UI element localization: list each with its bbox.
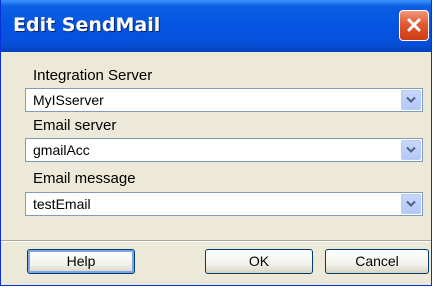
close-button[interactable]: [399, 10, 429, 41]
window-title: Edit SendMail: [13, 14, 161, 36]
email-message-select[interactable]: testEmail: [25, 192, 423, 216]
cancel-button[interactable]: Cancel: [325, 249, 429, 274]
integration-server-label: Integration Server: [33, 67, 153, 84]
email-message-dropdown-button[interactable]: [401, 194, 421, 214]
chevron-down-icon: [406, 96, 416, 103]
integration-server-dropdown-button[interactable]: [401, 90, 421, 110]
button-separator: [1, 240, 431, 242]
ok-button[interactable]: OK: [205, 249, 313, 274]
edit-sendmail-dialog: Edit SendMail Integration Server MyISser…: [0, 0, 432, 286]
integration-server-value: MyISserver: [33, 92, 104, 108]
email-server-select[interactable]: gmailAcc: [25, 138, 423, 162]
integration-server-select[interactable]: MyISserver: [25, 88, 423, 112]
help-button[interactable]: Help: [27, 249, 135, 274]
email-server-label: Email server: [33, 117, 117, 134]
title-bar[interactable]: Edit SendMail: [1, 0, 431, 52]
email-server-dropdown-button[interactable]: [401, 140, 421, 160]
email-message-label: Email message: [33, 170, 136, 187]
chevron-down-icon: [406, 146, 416, 153]
close-icon: [407, 18, 421, 32]
chevron-down-icon: [406, 200, 416, 207]
email-server-value: gmailAcc: [33, 142, 90, 158]
email-message-value: testEmail: [33, 196, 91, 212]
